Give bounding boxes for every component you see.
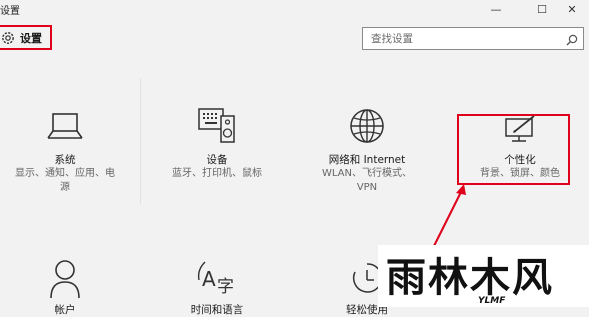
time-language-icon: A 字 (195, 258, 239, 302)
svg-text:YLMF: YLMF (478, 296, 506, 306)
annotation-arrow (433, 184, 466, 247)
tile-label: 时间和语言 (190, 304, 244, 316)
settings-home-header[interactable]: 设置 (0, 25, 52, 50)
tile-devices[interactable]: 设备 蓝牙、打印机、鼠标 (152, 100, 282, 200)
tile-divider (140, 78, 141, 204)
tile-time-language[interactable]: A 字 时间和语言 (152, 252, 282, 316)
tile-system[interactable]: 系统 显示、通知、应用、电 源 (0, 100, 130, 200)
watermark-logo-art: 雨林木风 YLMF (386, 255, 554, 306)
tile-network[interactable]: 网络和 Internet WLAN、飞行模式、 VPN (302, 100, 432, 200)
gear-icon (0, 30, 16, 46)
svg-text:字: 字 (217, 277, 234, 297)
settings-header-label: 设置 (20, 31, 42, 45)
person-icon (48, 258, 82, 302)
tile-label: 网络和 Internet (328, 154, 406, 166)
keyboard-speaker-icon (195, 106, 239, 150)
watermark-logo: 雨林木风 YLMF (378, 245, 589, 307)
laptop-icon (45, 110, 85, 148)
tile-label: 帐户 (54, 304, 76, 316)
search-box[interactable] (362, 27, 584, 50)
globe-icon (347, 106, 387, 150)
svg-text:雨林木风: 雨林木风 (386, 255, 554, 301)
highlight-annotation (457, 114, 570, 185)
tile-label: 设备 (206, 154, 228, 166)
window-title: 设置 (0, 6, 20, 17)
svg-text:A: A (202, 267, 216, 291)
tile-accounts[interactable]: 帐户 (0, 252, 130, 316)
tile-description: VPN (356, 182, 378, 193)
tile-label: 系统 (54, 154, 76, 166)
tile-description: 蓝牙、打印机、鼠标 (172, 168, 262, 179)
minimize-button[interactable]: — (476, 0, 516, 18)
tile-description: WLAN、飞行模式、 (321, 168, 412, 179)
tile-description: 显示、通知、应用、电 (15, 168, 115, 179)
tile-description: 源 (60, 182, 70, 193)
close-button[interactable]: ✕ (555, 0, 589, 18)
title-bar: 设置 — ☐ ✕ (0, 0, 589, 18)
search-input[interactable] (371, 31, 561, 46)
search-icon[interactable] (565, 32, 579, 46)
